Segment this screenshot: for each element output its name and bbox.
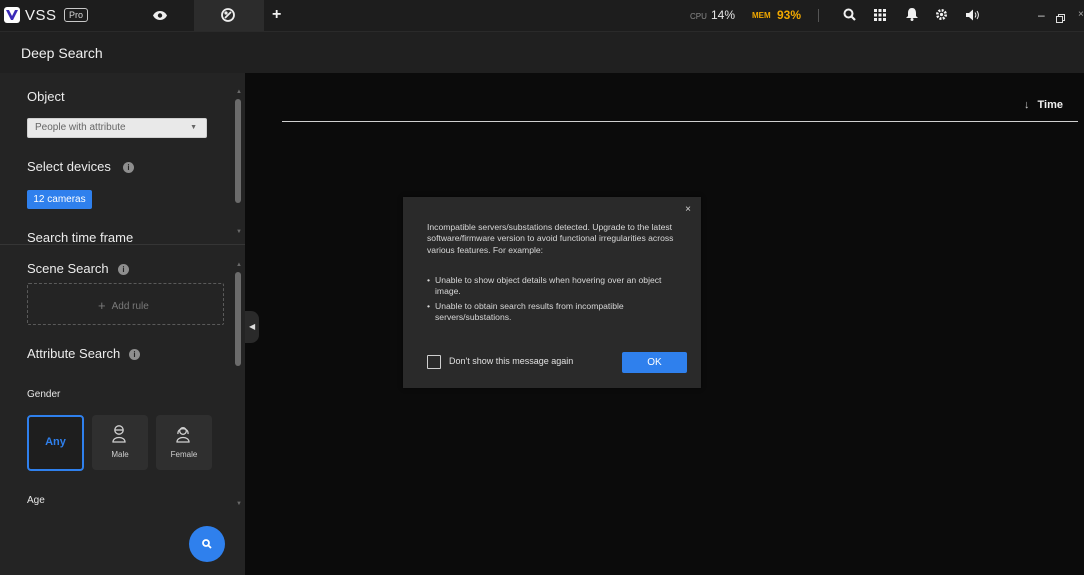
info-icon[interactable]: i [118,264,129,275]
plus-icon: + [98,298,106,313]
scrollbar-thumb-upper[interactable] [235,99,241,203]
gear-icon[interactable] [935,8,951,24]
gender-label: Gender [27,389,61,400]
incompatible-servers-dialog: × Incompatible servers/substations detec… [403,197,701,388]
object-type-value: People with attribute [35,122,126,133]
search-icon[interactable] [843,8,859,24]
gender-option-any[interactable]: Any [27,415,84,471]
female-person-icon [176,427,190,443]
top-bar: VSS Pro + CPU 14% MEM 93% – × [0,0,1084,32]
info-icon[interactable]: i [123,162,134,173]
eye-icon [153,11,167,20]
info-icon[interactable]: i [129,349,140,360]
object-title: Object [27,89,65,104]
scroll-up-icon[interactable]: ▲ [236,89,242,95]
scene-search-title: Scene Search [27,261,109,276]
gender-option-male[interactable]: Male [92,415,148,470]
search-icon [202,539,212,549]
dialog-issue-list: Unable to show object details when hover… [427,275,687,327]
close-window-button[interactable]: × [1078,9,1084,20]
cpu-usage: 14% [711,8,736,22]
chevron-down-icon: ▼ [190,124,197,131]
chevron-left-icon: ◀ [249,322,256,331]
ok-button[interactable]: OK [622,352,687,373]
dialog-message: Incompatible servers/substations detecte… [427,222,674,255]
scrollbar-thumb-lower[interactable] [235,272,241,366]
select-devices-title: Select devices [27,159,111,174]
search-button[interactable] [189,526,225,562]
object-type-select[interactable]: People with attribute ▼ [27,118,207,138]
list-item: Unable to obtain search results from inc… [427,301,687,324]
search-filter-panel: Object People with attribute ▼ Select de… [0,73,245,575]
male-person-icon [112,425,126,443]
gender-female-label: Female [170,450,198,459]
sort-time-label: Time [1037,99,1063,111]
sort-by-time-button[interactable]: ↓ Time [1024,99,1063,111]
mem-label: MEM [752,11,771,20]
speaker-icon[interactable] [966,8,982,24]
add-tab-button[interactable]: + [272,6,281,24]
bell-icon[interactable] [906,8,922,24]
scroll-down-icon[interactable]: ▼ [236,501,242,507]
dont-show-again-label[interactable]: Don't show this message again [449,356,573,366]
restore-window-icon[interactable] [1056,10,1065,28]
deep-search-icon [221,8,235,22]
gender-option-female[interactable]: Female [156,415,212,470]
dialog-close-button[interactable]: × [685,204,691,215]
mem-usage: 93% [777,8,802,22]
attribute-search-title: Attribute Search [27,346,121,361]
search-time-frame-title[interactable]: Search time frame [27,230,133,245]
grid-icon[interactable] [874,8,890,24]
tab-deep-search[interactable] [194,0,264,31]
toolbar-divider [818,9,819,22]
app-brand: VSS [25,7,57,24]
gender-male-label: Male [111,450,129,459]
list-item: Unable to show object details when hover… [427,275,687,298]
age-label: Age [27,495,45,506]
results-header-divider [282,121,1078,122]
select-cameras-button[interactable]: 12 cameras [27,190,92,209]
scroll-down-icon[interactable]: ▼ [236,229,242,235]
sort-arrow-icon: ↓ [1024,99,1030,111]
add-rule-button[interactable]: + Add rule [27,283,224,325]
add-rule-label: Add rule [111,301,149,312]
gender-any-label: Any [45,436,66,448]
scroll-up-icon[interactable]: ▲ [236,262,242,268]
cpu-label: CPU [690,12,707,21]
vivotek-logo-icon [4,7,20,23]
page-header: Deep Search [0,32,1084,73]
dont-show-again-checkbox[interactable] [427,355,441,369]
pro-badge: Pro [64,8,89,22]
minimize-button[interactable]: – [1038,8,1045,22]
section-divider [0,244,245,245]
collapse-panel-button[interactable]: ◀ [245,311,259,343]
page-title: Deep Search [21,45,103,61]
tab-live-view[interactable] [128,0,194,31]
